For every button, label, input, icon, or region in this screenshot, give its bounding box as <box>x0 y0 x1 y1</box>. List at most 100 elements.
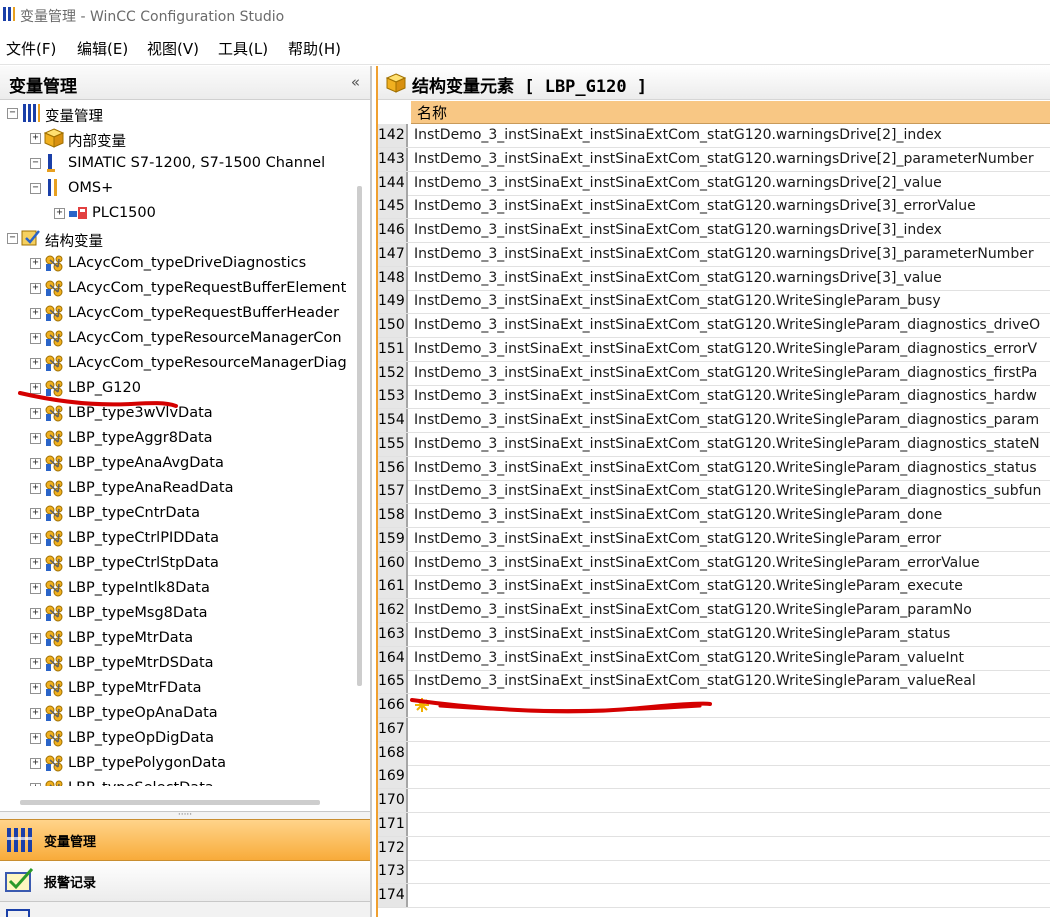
nav-button-tag-management[interactable]: 变量管理 <box>0 819 370 861</box>
expand-icon[interactable]: + <box>30 508 41 519</box>
row-number[interactable]: 145 <box>378 195 408 219</box>
name-cell[interactable]: InstDemo_3_instSinaExt_instSinaExtCom_st… <box>414 314 1050 337</box>
table-row[interactable]: 151 InstDemo_3_instSinaExt_instSinaExtCom… <box>378 337 1050 362</box>
table-row[interactable]: 173 <box>378 860 1050 885</box>
table-row[interactable]: 155 InstDemo_3_instSinaExt_instSinaExtCom… <box>378 432 1050 457</box>
nav-button-partial[interactable] <box>0 902 370 917</box>
name-cell[interactable] <box>414 837 1050 860</box>
name-cell[interactable]: InstDemo_3_instSinaExt_instSinaExtCom_st… <box>414 457 1050 480</box>
expand-icon[interactable]: + <box>30 333 41 344</box>
row-number[interactable]: 167 <box>378 717 408 741</box>
expand-icon[interactable]: + <box>30 433 41 444</box>
row-number[interactable]: 172 <box>378 836 408 860</box>
menu-file[interactable]: 文件(F) <box>6 38 56 59</box>
table-row[interactable]: 168 <box>378 741 1050 766</box>
row-number[interactable]: 170 <box>378 789 408 812</box>
expand-icon[interactable]: + <box>30 608 41 619</box>
collapse-panel-icon[interactable]: « <box>351 73 360 91</box>
table-row[interactable]: 148 InstDemo_3_instSinaExt_instSinaExtCom… <box>378 266 1050 291</box>
row-number[interactable]: 169 <box>378 765 408 789</box>
row-number[interactable]: 163 <box>378 622 408 646</box>
grid-corner[interactable] <box>378 101 410 123</box>
expand-icon[interactable]: + <box>30 383 41 394</box>
expand-icon[interactable]: + <box>30 283 41 294</box>
expand-icon[interactable]: + <box>30 558 41 569</box>
name-cell[interactable]: InstDemo_3_instSinaExt_instSinaExtCom_st… <box>414 528 1050 551</box>
name-cell[interactable]: InstDemo_3_instSinaExt_instSinaExtCom_st… <box>414 172 1050 195</box>
tree-vertical-scrollbar[interactable] <box>357 186 362 686</box>
name-cell[interactable]: InstDemo_3_instSinaExt_instSinaExtCom_st… <box>414 599 1050 622</box>
collapse-icon[interactable]: − <box>30 158 41 169</box>
table-row[interactable]: 145 InstDemo_3_instSinaExt_instSinaExtCom… <box>378 195 1050 220</box>
row-number[interactable]: 153 <box>378 385 408 409</box>
name-cell[interactable]: InstDemo_3_instSinaExt_instSinaExtCom_st… <box>414 670 1050 693</box>
name-cell[interactable]: InstDemo_3_instSinaExt_instSinaExtCom_st… <box>414 290 1050 313</box>
table-row[interactable]: 157 InstDemo_3_instSinaExt_instSinaExtCom… <box>378 480 1050 505</box>
name-cell[interactable]: InstDemo_3_instSinaExt_instSinaExtCom_st… <box>414 195 1050 218</box>
row-number[interactable]: 161 <box>378 575 408 599</box>
row-number[interactable]: 168 <box>378 741 408 765</box>
name-cell[interactable]: InstDemo_3_instSinaExt_instSinaExtCom_st… <box>414 480 1050 503</box>
table-row[interactable]: 154 InstDemo_3_instSinaExt_instSinaExtCom… <box>378 409 1050 433</box>
name-cell[interactable]: InstDemo_3_instSinaExt_instSinaExtCom_st… <box>414 575 1050 598</box>
table-row[interactable]: 153 InstDemo_3_instSinaExt_instSinaExtCom… <box>378 385 1050 410</box>
expand-icon[interactable]: + <box>30 533 41 544</box>
row-number[interactable]: 152 <box>378 361 408 385</box>
row-number[interactable]: 154 <box>378 409 408 432</box>
row-number[interactable]: 174 <box>378 884 408 907</box>
expand-icon[interactable]: + <box>30 658 41 669</box>
table-row[interactable]: 144 InstDemo_3_instSinaExt_instSinaExtCom… <box>378 171 1050 196</box>
table-row[interactable]: 167 <box>378 717 1050 742</box>
row-number[interactable]: 162 <box>378 599 408 622</box>
table-row[interactable]: 172 <box>378 836 1050 861</box>
name-cell[interactable]: InstDemo_3_instSinaExt_instSinaExtCom_st… <box>414 409 1050 432</box>
name-cell[interactable]: InstDemo_3_instSinaExt_instSinaExtCom_st… <box>414 647 1050 670</box>
table-row[interactable]: 166 <box>378 694 1050 718</box>
row-number[interactable]: 173 <box>378 860 408 884</box>
table-row[interactable]: 150 InstDemo_3_instSinaExt_instSinaExtCom… <box>378 314 1050 338</box>
row-number[interactable]: 155 <box>378 432 408 456</box>
row-number[interactable]: 149 <box>378 290 408 314</box>
name-cell[interactable] <box>414 742 1050 765</box>
table-row[interactable]: 165 InstDemo_3_instSinaExt_instSinaExtCom… <box>378 670 1050 695</box>
table-row[interactable]: 161 InstDemo_3_instSinaExt_instSinaExtCom… <box>378 575 1050 600</box>
name-cell[interactable]: InstDemo_3_instSinaExt_instSinaExtCom_st… <box>414 148 1050 171</box>
name-cell[interactable]: InstDemo_3_instSinaExt_instSinaExtCom_st… <box>414 219 1050 242</box>
expand-icon[interactable]: + <box>30 783 41 786</box>
row-number[interactable]: 150 <box>378 314 408 337</box>
expand-icon[interactable]: + <box>30 708 41 719</box>
table-row[interactable]: 146 InstDemo_3_instSinaExt_instSinaExtCom… <box>378 219 1050 243</box>
collapse-icon[interactable]: − <box>7 233 18 244</box>
menu-help[interactable]: 帮助(H) <box>288 38 341 59</box>
row-number[interactable]: 166 <box>378 694 408 717</box>
expand-icon[interactable]: + <box>54 208 65 219</box>
row-number[interactable]: 156 <box>378 456 408 480</box>
row-number[interactable]: 164 <box>378 646 408 670</box>
nav-button-alarm-logging[interactable]: 报警记录 <box>0 861 370 902</box>
row-number[interactable]: 146 <box>378 219 408 242</box>
name-cell[interactable]: InstDemo_3_instSinaExt_instSinaExtCom_st… <box>414 552 1050 575</box>
tree-horizontal-scrollbar[interactable] <box>20 800 320 805</box>
expand-icon[interactable]: + <box>30 483 41 494</box>
table-row[interactable]: 163 InstDemo_3_instSinaExt_instSinaExtCom… <box>378 622 1050 647</box>
row-number[interactable]: 157 <box>378 480 408 504</box>
menu-tools[interactable]: 工具(L) <box>218 38 268 59</box>
table-row[interactable]: 149 InstDemo_3_instSinaExt_instSinaExtCom… <box>378 290 1050 315</box>
table-row[interactable]: 164 InstDemo_3_instSinaExt_instSinaExtCom… <box>378 646 1050 671</box>
table-row[interactable]: 174 <box>378 884 1050 908</box>
table-row[interactable]: 147 InstDemo_3_instSinaExt_instSinaExtCom… <box>378 242 1050 267</box>
row-number[interactable]: 148 <box>378 266 408 290</box>
name-cell[interactable]: InstDemo_3_instSinaExt_instSinaExtCom_st… <box>414 362 1050 385</box>
table-row[interactable]: 158 InstDemo_3_instSinaExt_instSinaExtCom… <box>378 504 1050 528</box>
row-number[interactable]: 144 <box>378 171 408 195</box>
expand-icon[interactable]: + <box>30 633 41 644</box>
name-cell[interactable]: InstDemo_3_instSinaExt_instSinaExtCom_st… <box>414 267 1050 290</box>
expand-icon[interactable]: + <box>30 358 41 369</box>
table-row[interactable]: 170 <box>378 789 1050 813</box>
name-cell[interactable]: InstDemo_3_instSinaExt_instSinaExtCom_st… <box>414 504 1050 527</box>
name-cell[interactable]: InstDemo_3_instSinaExt_instSinaExtCom_st… <box>414 338 1050 361</box>
row-number[interactable]: 171 <box>378 812 408 836</box>
row-number[interactable]: 143 <box>378 147 408 171</box>
expand-icon[interactable]: + <box>30 683 41 694</box>
row-number[interactable]: 165 <box>378 670 408 694</box>
